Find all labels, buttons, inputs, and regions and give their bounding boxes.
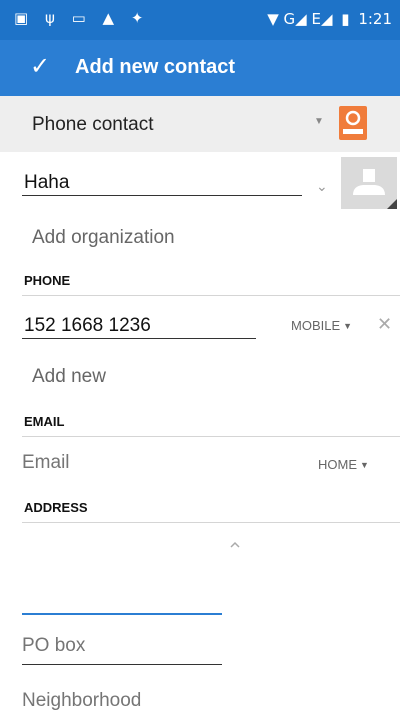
- phone-type-label: MOBILE: [291, 318, 341, 333]
- phone-number-field[interactable]: 152 1668 1236: [24, 315, 151, 337]
- dropdown-arrow-icon: ▼: [343, 321, 353, 331]
- email-field[interactable]: [22, 452, 242, 474]
- email-type-select[interactable]: HOME ▼: [318, 457, 369, 472]
- status-system-icons: ▼ G◢ E◢ ▮ 1:21: [263, 10, 392, 28]
- email-section-header: EMAIL: [24, 414, 65, 429]
- page-title: Add new contact: [75, 56, 236, 78]
- signal-icons: ▼ G◢ E◢: [267, 10, 333, 28]
- collapse-chevron-icon[interactable]: [230, 540, 240, 550]
- battery-icon: ▮: [341, 10, 350, 28]
- contact-photo[interactable]: [341, 157, 397, 209]
- dropdown-arrow-icon: ▼: [314, 116, 324, 127]
- expand-name-chevron-icon[interactable]: ⌄: [316, 178, 328, 195]
- account-contact-icon: [339, 106, 367, 140]
- po-box-underline: [22, 664, 222, 665]
- email-type-label: HOME: [318, 457, 357, 472]
- po-box-field[interactable]: [22, 635, 222, 657]
- email-section-divider: [22, 436, 400, 437]
- dropdown-arrow-icon: ▼: [360, 460, 369, 470]
- name-field[interactable]: Haha: [24, 172, 69, 194]
- name-underline: [22, 195, 302, 196]
- check-icon[interactable]: ✓: [30, 52, 50, 80]
- address-section-divider: [22, 522, 400, 523]
- address-section-header: ADDRESS: [24, 500, 88, 515]
- neighborhood-field[interactable]: [22, 690, 222, 712]
- phone-type-select[interactable]: MOBILE ▼: [291, 318, 352, 333]
- status-bar: ▣ ψ ▭ ▲ ✦ ▼ G◢ E◢ ▮ 1:21: [0, 0, 400, 40]
- phone-section-divider: [22, 295, 400, 296]
- add-organization-button[interactable]: Add organization: [32, 227, 175, 249]
- account-label: Phone contact: [32, 114, 154, 135]
- street-field-focused-underline[interactable]: [22, 613, 222, 615]
- status-notification-icons: ▣ ψ ▭ ▲ ✦: [14, 9, 150, 27]
- phone-underline: [22, 338, 256, 339]
- action-bar: ✓ Add new contact: [0, 40, 400, 96]
- remove-phone-icon[interactable]: ✕: [377, 314, 392, 335]
- phone-section-header: PHONE: [24, 273, 71, 288]
- photo-corner-indicator: [387, 199, 397, 209]
- add-new-phone-button[interactable]: Add new: [32, 366, 106, 388]
- status-time: 1:21: [358, 10, 392, 28]
